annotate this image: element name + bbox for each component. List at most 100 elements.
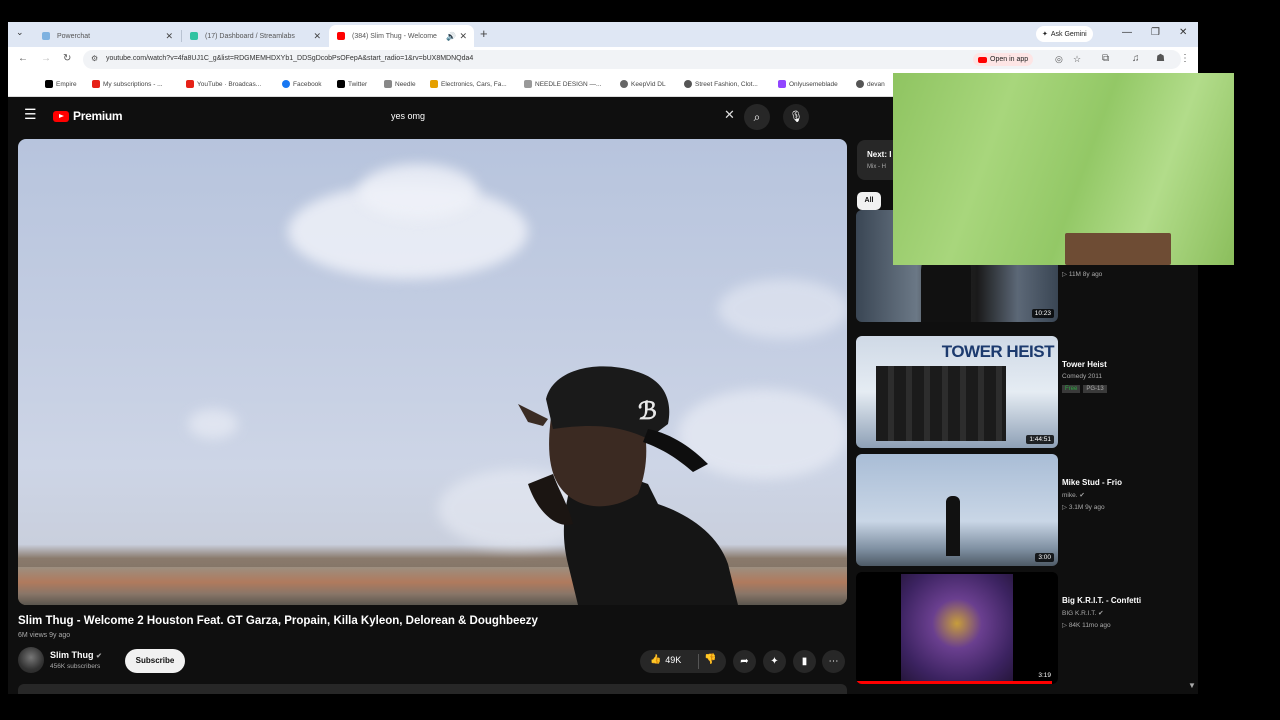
bookmark-label: NEEDLE DESIGN —... [535,80,602,88]
search-button[interactable]: ⌕ [744,104,770,130]
needle-icon [384,80,392,88]
watch-progress-bar [856,681,1052,684]
tab-title: (17) Dashboard / Streamlabs [205,32,295,40]
channel-name[interactable]: Slim Thug ✔ [50,650,102,660]
recommendation-channel: mike. ✔ [1062,491,1085,499]
bookmark-label: devan [867,80,885,88]
like-divider [698,654,699,669]
filter-chip-all[interactable]: All [857,192,881,210]
bookmark-label: Empire [56,80,77,88]
verified-icon: ✔ [96,653,102,660]
channel-avatar[interactable] [18,647,44,673]
open-in-app-label: Open in app [990,56,1029,63]
restore-icon[interactable]: ❐ [1151,27,1160,38]
recommendation-title[interactable]: Big K.R.I.T. - Confetti [1062,596,1141,605]
site-info-icon[interactable]: ⚙ [91,54,98,63]
address-bar[interactable]: ⚙ youtube.com/watch?v=4fa8UJ1C_g&list=RD… [83,50,1181,69]
recommendation-title[interactable]: Tower Heist [1062,360,1107,369]
ask-gemini-button[interactable]: ✦ Ask Gemini [1036,26,1093,42]
up-next-panel[interactable]: Next: I Mix - H [857,140,897,180]
subscribe-button[interactable]: Subscribe [125,649,185,673]
audio-playing-icon[interactable]: 🔊 [446,32,456,41]
recommendation-thumbnail[interactable]: TOWER HEIST 1:44:51 [856,336,1058,448]
share-arrow-icon: ➦ [740,656,749,667]
bookmark-star-icon[interactable]: ☆ [1073,54,1081,65]
search-icon: ⌕ [753,110,761,124]
youtube-premium-logo[interactable]: Premium [53,109,123,123]
x-logo-icon [45,80,53,88]
tab-search-chevron-icon[interactable]: ⌄ [16,27,24,38]
rating-badge: PG-13 [1083,385,1107,393]
new-tab-plus-icon[interactable]: + [480,26,488,41]
clear-search-icon[interactable]: ✕ [724,107,735,123]
media-controls-icon[interactable]: ♫ [1132,53,1140,64]
search-input[interactable]: yes omg [391,111,425,121]
save-button[interactable]: ▮ [793,650,816,673]
close-window-icon[interactable]: ✕ [1179,27,1187,38]
recommendation-meta: Comedy 2011 [1062,373,1102,380]
playlist-icon: ▷ [1062,504,1069,511]
bookmark-item[interactable]: Electronics, Cars, Fa... [430,80,507,88]
bookmark-item[interactable]: Onlyusemeblade [778,80,838,88]
bookmark-label: Twitter [348,80,368,88]
youtube-icon [186,80,194,88]
recommendation-meta: ▷ 84K 11mo ago [1062,621,1111,629]
sparkle-icon: ✦ [1042,31,1048,38]
close-tab-icon[interactable]: ✕ [165,31,173,42]
bookmark-label: Needle [395,80,416,88]
voice-search-button[interactable]: 🎙 [783,104,809,130]
scroll-down-arrow-icon[interactable]: ▼ [1188,681,1196,690]
more-actions-button[interactable]: ⋯ [822,650,845,673]
minimize-icon[interactable]: — [1122,27,1132,38]
extensions-icon[interactable]: ⧉ [1102,53,1109,64]
recommendation-meta-text: 3.1M 9y ago [1068,504,1105,511]
close-tab-icon[interactable]: ✕ [313,31,321,42]
url-text[interactable]: youtube.com/watch?v=4fa8UJ1C_g&list=RDGM… [106,55,473,62]
description-box[interactable] [18,684,847,694]
share-button[interactable]: ➦ [733,650,756,673]
bookmark-item[interactable]: KeepVid DL [620,80,666,88]
profile-icon[interactable]: ☗ [1156,53,1165,64]
bookmark-item[interactable]: Twitter [337,80,367,88]
up-next-label: Next: I [867,150,892,159]
playlist-icon: ▷ [1062,271,1069,278]
recommendation-meta: ▷ 11M 8y ago [1062,270,1102,278]
tab-streamlabs[interactable]: (17) Dashboard / Streamlabs ✕ [182,25,328,47]
video-player[interactable]: ℬ [18,139,847,605]
bookmark-label: Facebook [293,80,322,88]
bookmark-item[interactable]: NEEDLE DESIGN —... [524,80,601,88]
close-tab-icon[interactable]: ✕ [459,31,467,42]
forward-arrow-icon[interactable]: → [41,53,51,64]
recommendation-meta-text: 84K 11mo ago [1068,622,1111,629]
cloud [188,409,238,439]
tab-powerchat[interactable]: Powerchat ✕ [34,25,180,47]
menu-kebab-icon[interactable]: ⋮ [1180,53,1190,64]
reload-icon[interactable]: ↻ [63,53,71,64]
back-arrow-icon[interactable]: ← [18,53,28,64]
bookmark-item[interactable]: My subscriptions - ... [92,80,163,88]
bookmark-item[interactable]: devan [856,80,885,88]
cloud [718,279,847,339]
recommendation-thumbnail[interactable]: 3:00 [856,454,1058,566]
eye-off-icon[interactable]: ◎ [1055,54,1063,65]
like-button[interactable]: 👍 49K [650,654,681,665]
tab-youtube-active[interactable]: (384) Slim Thug - Welcome 🔊 ✕ [329,25,474,47]
open-in-app-button[interactable]: Open in app [973,53,1034,66]
bookmark-item[interactable]: Street Fashion, Clot... [684,80,758,88]
recommendation-thumbnail[interactable]: 3:19 [856,572,1058,684]
hamburger-menu-icon[interactable]: ☰ [24,106,37,123]
browser-toolbar: ← → ↻ ⚙ youtube.com/watch?v=4fa8UJ1C_g&l… [8,47,1198,72]
bookmark-item[interactable]: YouTube · Broadcas... [186,80,261,88]
bookmark-label: Street Fashion, Clot... [695,80,758,88]
ask-ai-button[interactable]: ✦ [763,650,786,673]
webcam-overlay [893,73,1234,265]
bookmark-item[interactable]: Empire [45,80,77,88]
bookmark-item[interactable]: Needle [384,80,416,88]
subscriber-count: 456K subscribers [50,663,101,670]
recommendation-title[interactable]: Mike Stud - Frio [1062,478,1122,487]
channel-name-text[interactable]: Slim Thug [50,650,94,660]
logo-text: Premium [73,109,123,123]
bookmark-item[interactable]: Facebook [282,80,322,88]
youtube-app-icon [978,56,987,63]
thumbs-down-icon[interactable]: 👎 [704,654,716,665]
